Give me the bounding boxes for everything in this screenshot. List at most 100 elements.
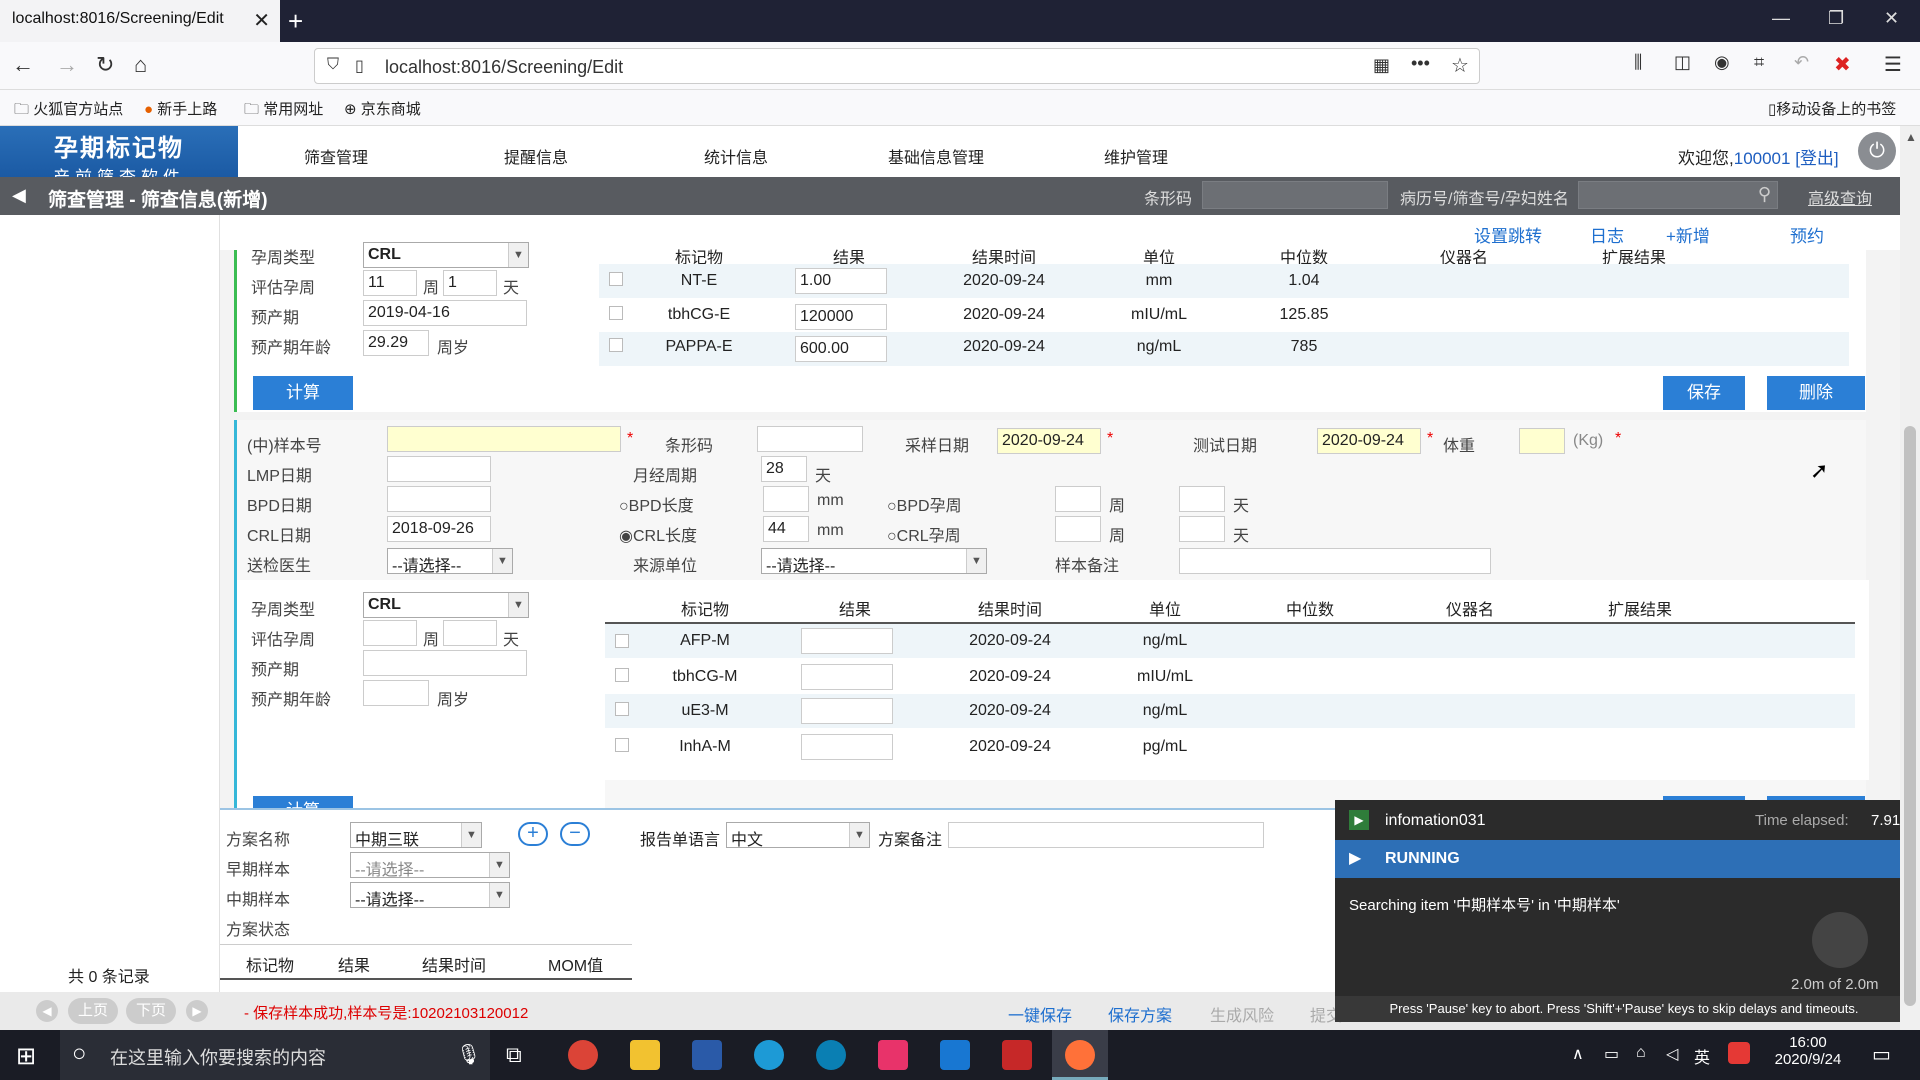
menu-basic-info[interactable]: 基础信息管理 (888, 144, 984, 168)
menu-maintenance[interactable]: 维护管理 (1104, 144, 1168, 168)
save-scheme-link[interactable]: 保存方案 (1108, 1002, 1172, 1026)
due-date-input[interactable]: 2019-04-16 (363, 300, 527, 326)
user-link[interactable]: 100001 (1734, 149, 1791, 168)
chevron-down-icon[interactable]: ▼ (461, 823, 481, 847)
barcode-input[interactable] (757, 426, 863, 452)
weight-input[interactable] (1519, 428, 1565, 454)
powershell-icon[interactable] (692, 1040, 722, 1070)
bpd-week-radio[interactable]: ○BPD孕周 (887, 492, 962, 516)
battery-icon[interactable]: ▭ (1604, 1044, 1619, 1064)
bookmark-firefox[interactable]: 🗀 火狐官方站点 (14, 98, 123, 124)
chevron-down-icon[interactable]: ▼ (508, 593, 528, 617)
sample-note-input[interactable] (1179, 548, 1491, 574)
due-date-input[interactable] (363, 650, 527, 676)
more-icon[interactable]: ••• (1411, 53, 1430, 74)
clock[interactable]: 16:00 2020/9/24 (1768, 1034, 1848, 1068)
search-app-icon[interactable] (816, 1040, 846, 1070)
undo-icon[interactable]: ↶ (1794, 52, 1809, 73)
collapse-left-icon[interactable]: ◀ (12, 185, 26, 206)
volume-icon[interactable]: ◁ (1666, 1044, 1678, 1064)
barcode-search-input[interactable] (1202, 181, 1388, 209)
collect-date-input[interactable]: 2020-09-24 (997, 428, 1101, 454)
lmp-date-input[interactable] (387, 456, 491, 482)
close-window-icon[interactable]: ✕ (1884, 8, 1899, 29)
cycle-input[interactable]: 28 (761, 456, 807, 482)
microphone-icon[interactable]: 🎙 (456, 1042, 481, 1067)
result-input[interactable] (801, 734, 893, 760)
mid-sample-select[interactable]: --请选择-- ▼ (350, 882, 510, 909)
table-row[interactable]: AFP-M 2020-09-24 ng/mL (605, 624, 1855, 658)
early-save-button[interactable]: 保存 (1663, 376, 1745, 410)
chevron-down-icon[interactable]: ▼ (966, 549, 986, 573)
est-days-input[interactable]: 1 (443, 270, 497, 296)
crl-week-input[interactable] (1055, 516, 1101, 542)
due-age-input[interactable] (363, 680, 429, 706)
browser-tab[interactable]: localhost:8016/Screening/Edit ✕ (0, 0, 280, 42)
file-explorer-icon[interactable] (630, 1040, 660, 1070)
mobile-bookmarks[interactable]: ▯移动设备上的书签 (1768, 98, 1896, 119)
crl-length-radio[interactable]: ◉CRL长度 (619, 522, 697, 546)
chevron-down-icon[interactable]: ▼ (492, 549, 512, 573)
url-bar[interactable]: ⛉ ▯ localhost:8016/Screening/Edit ▦ ••• … (314, 48, 1480, 84)
network-icon[interactable]: ⌂ (1636, 1044, 1646, 1062)
qr-code-icon[interactable]: ▦ (1373, 55, 1390, 76)
est-weeks-input[interactable] (363, 620, 417, 646)
writer-icon[interactable] (940, 1040, 970, 1070)
row-checkbox[interactable] (609, 272, 623, 286)
menu-reminder[interactable]: 提醒信息 (504, 144, 568, 168)
last-page-icon[interactable]: ▶ (186, 1000, 208, 1022)
url-text[interactable]: localhost:8016/Screening/Edit (385, 57, 623, 78)
crl-length-input[interactable]: 44 (763, 516, 809, 542)
due-age-input[interactable]: 29.29 (363, 330, 429, 356)
close-tab-icon[interactable]: ✕ (253, 8, 270, 33)
est-days-input[interactable] (443, 620, 497, 646)
result-input[interactable]: 120000 (795, 304, 887, 330)
scheme-name-select[interactable]: 中期三联 ▼ (350, 822, 482, 849)
home-icon[interactable]: ⌂ (134, 52, 147, 78)
early-sample-select[interactable]: --请选择-- ▼ (350, 852, 510, 879)
result-input[interactable]: 1.00 (795, 268, 887, 294)
one-click-save-link[interactable]: 一键保存 (1008, 1002, 1072, 1026)
chevron-down-icon[interactable]: ▼ (508, 243, 528, 267)
screenshot-icon[interactable]: ⌗ (1754, 52, 1764, 73)
taskbar-search-box[interactable]: ○ 在这里输入你要搜索的内容 🎙 (60, 1030, 490, 1080)
star-icon[interactable]: ☆ (1451, 53, 1469, 78)
ime-app-icon[interactable] (1728, 1042, 1750, 1064)
report-lang-select[interactable]: 中文 ▼ (726, 822, 870, 849)
table-row[interactable]: InhA-M 2020-09-24 pg/mL (605, 730, 1855, 764)
minimize-icon[interactable]: — (1772, 8, 1790, 29)
hamburger-menu-icon[interactable]: ☰ (1884, 52, 1902, 77)
row-checkbox[interactable] (609, 338, 623, 352)
doctor-select[interactable]: --请选择-- ▼ (387, 548, 513, 575)
tray-chevron-icon[interactable]: ∧ (1572, 1044, 1584, 1064)
task-view-icon[interactable]: ⧉ (506, 1042, 522, 1068)
table-row[interactable]: NT-E 1.00 2020-09-24 mm 1.04 (599, 264, 1849, 298)
add-scheme-icon[interactable]: + (518, 822, 548, 846)
sidebar-icon[interactable]: ◫ (1674, 52, 1691, 73)
test-date-input[interactable]: 2020-09-24 (1317, 428, 1421, 454)
reload-icon[interactable]: ↻ (96, 52, 114, 78)
row-checkbox[interactable] (615, 738, 629, 752)
table-row[interactable]: tbhCG-E 120000 2020-09-24 mIU/mL 125.85 (599, 298, 1849, 332)
forward-icon[interactable]: → (56, 52, 78, 78)
patient-search-input[interactable]: ⚲ (1578, 181, 1778, 209)
bookmark-getting-started[interactable]: ● 新手上路 (144, 98, 217, 119)
source-unit-select[interactable]: --请选择-- ▼ (761, 548, 987, 575)
scroll-thumb[interactable] (1904, 426, 1916, 1006)
bpd-week-input[interactable] (1055, 486, 1101, 512)
preg-type-select[interactable]: CRL ▼ (363, 242, 529, 268)
advanced-search-link[interactable]: 高级查询 (1808, 185, 1872, 209)
notification-icon[interactable]: ▭ (1872, 1042, 1891, 1067)
restore-icon[interactable]: ❐ (1828, 8, 1844, 29)
remove-scheme-icon[interactable]: − (560, 822, 590, 846)
first-page-icon[interactable]: ◀ (36, 1000, 58, 1022)
rx-tool-icon[interactable] (1002, 1040, 1032, 1070)
bpd-length-radio[interactable]: ○BPD长度 (619, 492, 694, 516)
table-row[interactable]: tbhCG-M 2020-09-24 mIU/mL (605, 660, 1855, 694)
table-row[interactable]: PAPPA-E 600.00 2020-09-24 ng/mL 785 (599, 332, 1849, 366)
firefox-taskbar-button[interactable] (1052, 1030, 1108, 1080)
scheme-note-input[interactable] (948, 822, 1264, 848)
row-checkbox[interactable] (615, 702, 629, 716)
jetbrains-icon[interactable] (878, 1040, 908, 1070)
new-tab-icon[interactable]: + (288, 6, 303, 37)
